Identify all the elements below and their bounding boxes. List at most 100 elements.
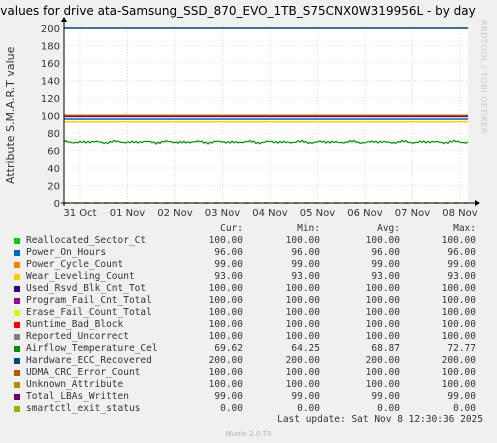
legend-series-name: UDMA_CRC_Error_Count [26, 367, 141, 378]
legend-value-max: 100.00 [441, 379, 476, 390]
y-tick-label: 140 [41, 77, 60, 88]
legend-header-min: Min: [297, 223, 320, 234]
legend-value-avg: 200.00 [365, 355, 400, 366]
legend-swatch [14, 334, 20, 340]
legend-value-avg: 99.00 [371, 259, 400, 270]
legend-value-min: 96.00 [291, 247, 320, 258]
legend-value-avg: 100.00 [365, 307, 400, 318]
legend-value-cur: 200.00 [208, 355, 243, 366]
x-tick-label: 08 Nov [442, 208, 478, 219]
legend-series-name: Wear_Leveling_Count [26, 271, 135, 282]
legend-value-min: 100.00 [285, 331, 320, 342]
legend-value-avg: 100.00 [365, 235, 400, 246]
legend-value-avg: 0.00 [377, 403, 400, 414]
y-tick-label: 60 [47, 147, 60, 158]
legend-value-cur: 93.00 [214, 271, 243, 282]
legend-value-avg: 100.00 [365, 283, 400, 294]
legend-series-name: Power_Cycle_Count [26, 259, 124, 270]
legend-value-max: 93.00 [447, 271, 476, 282]
x-axis-arrow [475, 200, 480, 206]
legend-value-cur: 99.00 [214, 259, 243, 270]
y-tick-label: 180 [41, 42, 60, 53]
legend-value-avg: 100.00 [365, 367, 400, 378]
legend-value-min: 99.00 [291, 259, 320, 270]
legend-value-max: 100.00 [441, 367, 476, 378]
legend-value-max: 72.77 [447, 343, 476, 354]
legend-row: UDMA_CRC_Error_Count 100.00 100.00 100.00 10… [0, 367, 497, 379]
legend-swatch [14, 346, 20, 352]
legend-value-max: 99.00 [447, 391, 476, 402]
legend-swatch [14, 370, 20, 376]
legend-value-avg: 96.00 [371, 247, 400, 258]
chart-area: 0 20 40 60 80 100 120 140 160 180 200 31 Oct 01 Nov 0… [41, 17, 480, 219]
y-axis-arrow [61, 17, 67, 22]
legend-row: Airflow_Temperature_Cel 69.62 64.25 68.87 72… [0, 343, 497, 355]
legend-value-avg: 93.00 [371, 271, 400, 282]
legend-row: Power_On_Hours 96.00 96.00 96.00 96.00 [0, 247, 497, 259]
legend-series-name: Power_On_Hours [26, 247, 107, 258]
legend-value-min: 100.00 [285, 379, 320, 390]
y-tick-label: 40 [47, 164, 60, 175]
last-update: Last update: Sat Nov 8 12:30:36 2025 [277, 414, 483, 425]
legend-series-name: smartctl_exit_status [26, 403, 141, 414]
x-tick-label: 03 Nov [205, 208, 241, 219]
legend-value-max: 100.00 [441, 283, 476, 294]
legend-value-min: 100.00 [285, 367, 320, 378]
legend-swatch [14, 406, 20, 412]
legend-row: Total_LBAs_Written 99.00 99.00 99.00 99.00 [0, 391, 497, 403]
legend-value-min: 99.00 [291, 391, 320, 402]
legend-row: Reallocated_Sector_Ct 100.00 100.00 100.00 1… [0, 235, 497, 247]
legend-row: Erase_Fail_Count_Total 100.00 100.00 100.00… [0, 307, 497, 319]
legend-row: Hardware_ECC_Recovered 200.00 200.00 200.00… [0, 355, 497, 367]
legend-value-max: 200.00 [441, 355, 476, 366]
x-tick-label: 06 Nov [347, 208, 383, 219]
legend-value-min: 100.00 [285, 307, 320, 318]
legend-value-max: 100.00 [441, 235, 476, 246]
legend-series-name: Unknown_Attribute [26, 379, 124, 390]
legend-header-cur: Cur: [220, 223, 243, 234]
y-tick-label: 200 [41, 24, 60, 35]
legend-row: Wear_Leveling_Count 93.00 93.00 93.00 93.00 [0, 271, 497, 283]
legend-value-avg: 100.00 [365, 331, 400, 342]
y-tick-label: 100 [41, 112, 60, 123]
legend-swatch [14, 310, 20, 316]
legend-series-name: Used_Rsvd_Blk_Cnt_Tot [26, 283, 147, 294]
legend-swatch [14, 286, 20, 292]
legend-series-name: Airflow_Temperature_Cel [26, 343, 158, 354]
legend-swatch [14, 274, 20, 280]
legend-value-min: 64.25 [291, 343, 320, 354]
legend-value-max: 100.00 [441, 307, 476, 318]
y-tick-label: 20 [47, 182, 60, 193]
legend-series-name: Erase_Fail_Count_Total [26, 307, 152, 318]
legend-row: Unknown_Attribute 100.00 100.00 100.00 100.0… [0, 379, 497, 391]
legend-value-avg: 100.00 [365, 295, 400, 306]
legend-value-cur: 100.00 [208, 295, 243, 306]
legend-value-cur: 100.00 [208, 307, 243, 318]
legend-value-cur: 100.00 [208, 331, 243, 342]
legend-swatch [14, 298, 20, 304]
legend-value-avg: 100.00 [365, 319, 400, 330]
legend-value-min: 0.00 [297, 403, 320, 414]
legend-value-max: 100.00 [441, 319, 476, 330]
x-tick-label: 02 Nov [157, 208, 193, 219]
legend-series-name: Program_Fail_Cnt_Total [26, 295, 152, 306]
legend-swatch [14, 382, 20, 388]
legend-series-name: Reallocated_Sector_Ct [26, 235, 147, 246]
legend-swatch [14, 250, 20, 256]
legend-swatch [14, 394, 20, 400]
legend-value-cur: 100.00 [208, 319, 243, 330]
y-tick-label: 0 [54, 199, 60, 210]
x-tick-label: 31 Oct [63, 208, 96, 219]
legend-series-name: Runtime_Bad_Block [26, 319, 124, 330]
legend-value-cur: 100.00 [208, 379, 243, 390]
legend-value-max: 99.00 [447, 259, 476, 270]
legend-value-cur: 100.00 [208, 283, 243, 294]
legend-value-max: 0.00 [453, 403, 476, 414]
y-tick-label: 160 [41, 59, 60, 70]
legend-value-cur: 0.00 [220, 403, 243, 414]
legend-row: Program_Fail_Cnt_Total 100.00 100.00 100.00… [0, 295, 497, 307]
legend-value-cur: 99.00 [214, 391, 243, 402]
legend-value-max: 100.00 [441, 331, 476, 342]
legend-header: Cur: Min: Avg: Max: [0, 223, 497, 235]
legend-value-min: 100.00 [285, 235, 320, 246]
